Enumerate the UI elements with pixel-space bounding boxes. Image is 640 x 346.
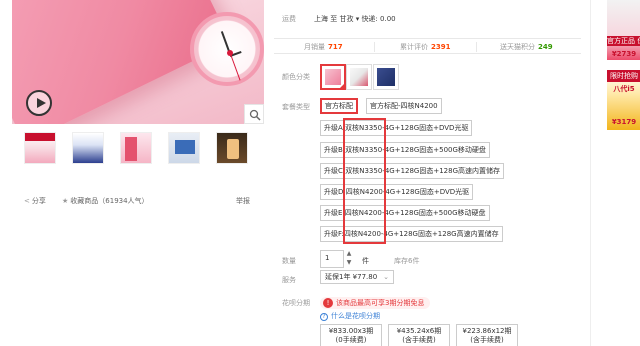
clock-photo: [190, 12, 264, 86]
installment-plan-12[interactable]: ¥223.86x12期 (含手续费): [456, 324, 518, 346]
product-info-panel: 运费 上海 至 甘孜 ▾ 快递: 0.00 月销量 717 累计评价 2391 送天…: [274, 0, 581, 346]
installment-help-link[interactable]: ? 什么是花呗分期: [320, 311, 380, 321]
increment-icon[interactable]: ▲: [345, 250, 353, 258]
share-link[interactable]: < 分享: [24, 196, 46, 206]
review-count[interactable]: 累计评价 2391: [400, 42, 450, 52]
report-link[interactable]: 举报: [236, 196, 250, 206]
package-upgrade-c[interactable]: 升级C:双核N3350-4G+128G固态+128G高速内置储存: [320, 163, 505, 179]
installment-plan-3[interactable]: ¥833.00x3期 (0手续费): [320, 324, 382, 346]
thumbnail-1[interactable]: [24, 132, 56, 164]
sales-stats: 月销量 717 累计评价 2391 送天猫积分 249: [274, 38, 581, 54]
color-swatch-white[interactable]: [346, 64, 372, 90]
service-label: 服务: [282, 276, 296, 284]
installment-plan-6[interactable]: ¥435.24x6期 (含手续费): [388, 324, 450, 346]
favorite-link[interactable]: ★ 收藏商品（61934人气）: [62, 196, 149, 206]
quantity-input[interactable]: 1: [320, 250, 344, 268]
color-swatch-navy[interactable]: [373, 64, 399, 90]
color-label: 颜色分类: [282, 73, 310, 81]
recommend-ad-1[interactable]: 官方正品 保 ¥2739: [607, 0, 640, 60]
destination-select[interactable]: 甘孜 ▾: [339, 15, 361, 23]
main-product-image[interactable]: [12, 0, 264, 124]
package-label: 套餐类型: [282, 103, 310, 111]
thumbnail-4[interactable]: [168, 132, 200, 164]
stock-count: 库存6件: [394, 257, 420, 265]
fire-icon: !: [323, 298, 333, 308]
share-row: < 分享 ★ 收藏商品（61934人气） 举报: [24, 196, 252, 206]
quantity-unit: 件: [362, 257, 369, 265]
decrement-icon[interactable]: ▼: [345, 259, 353, 267]
package-upgrade-f[interactable]: 升级F:四核N4200-4G+128G固态+128G高速内置储存: [320, 226, 503, 242]
service-select[interactable]: 延保1年 ¥77.80 ⌄: [320, 270, 395, 284]
chevron-down-icon: ⌄: [383, 273, 390, 281]
recommend-ad-2[interactable]: 限时抢购 八代i5 ¥3179: [607, 70, 640, 130]
package-upgrade-e[interactable]: 升级E:四核N4200-4G+128G固态+500G移动硬盘: [320, 205, 490, 221]
installment-label: 花呗分期: [282, 299, 310, 307]
package-option-standard[interactable]: 官方标配: [320, 98, 358, 114]
package-upgrade-b[interactable]: 升级B:双核N3350-4G+128G固态+500G移动硬盘: [320, 142, 490, 158]
quantity-label: 数量: [282, 257, 296, 265]
tmall-points: 送天猫积分 249: [500, 43, 553, 51]
play-video-icon[interactable]: [26, 90, 52, 116]
help-icon: ?: [320, 313, 328, 321]
thumbnail-2[interactable]: [72, 132, 104, 164]
delivery-value: 上海 至 甘孜 ▾ 快递: 0.00: [314, 15, 396, 23]
thumbnail-3[interactable]: [120, 132, 152, 164]
delivery-row: 运费 上海 至 甘孜 ▾ 快递: 0.00: [274, 10, 581, 24]
monthly-sales: 月销量 717: [304, 43, 343, 51]
package-upgrade-a[interactable]: 升级A:双核N3350-4G+128G固态+DVD光驱: [320, 120, 473, 136]
share-icon: <: [24, 197, 30, 205]
package-upgrade-d[interactable]: 升级D:四核N4200-4G+128G固态+DVD光驱: [320, 184, 474, 200]
star-icon: ★: [62, 197, 69, 205]
color-swatch-pink[interactable]: [320, 64, 346, 90]
recommend-strip: 官方正品 保 ¥2739 限时抢购 八代i5 ¥3179: [590, 0, 640, 346]
zoom-icon[interactable]: [244, 104, 264, 124]
installment-notice: ! 该商品最高可享3期分期免息: [320, 297, 431, 309]
delivery-label: 运费: [282, 15, 296, 23]
thumbnail-5[interactable]: [216, 132, 248, 164]
package-option-n4200[interactable]: 官方标配-四核N4200: [366, 98, 442, 114]
thumbnail-strip: [24, 132, 248, 168]
quantity-stepper[interactable]: ▲ ▼: [344, 250, 354, 268]
